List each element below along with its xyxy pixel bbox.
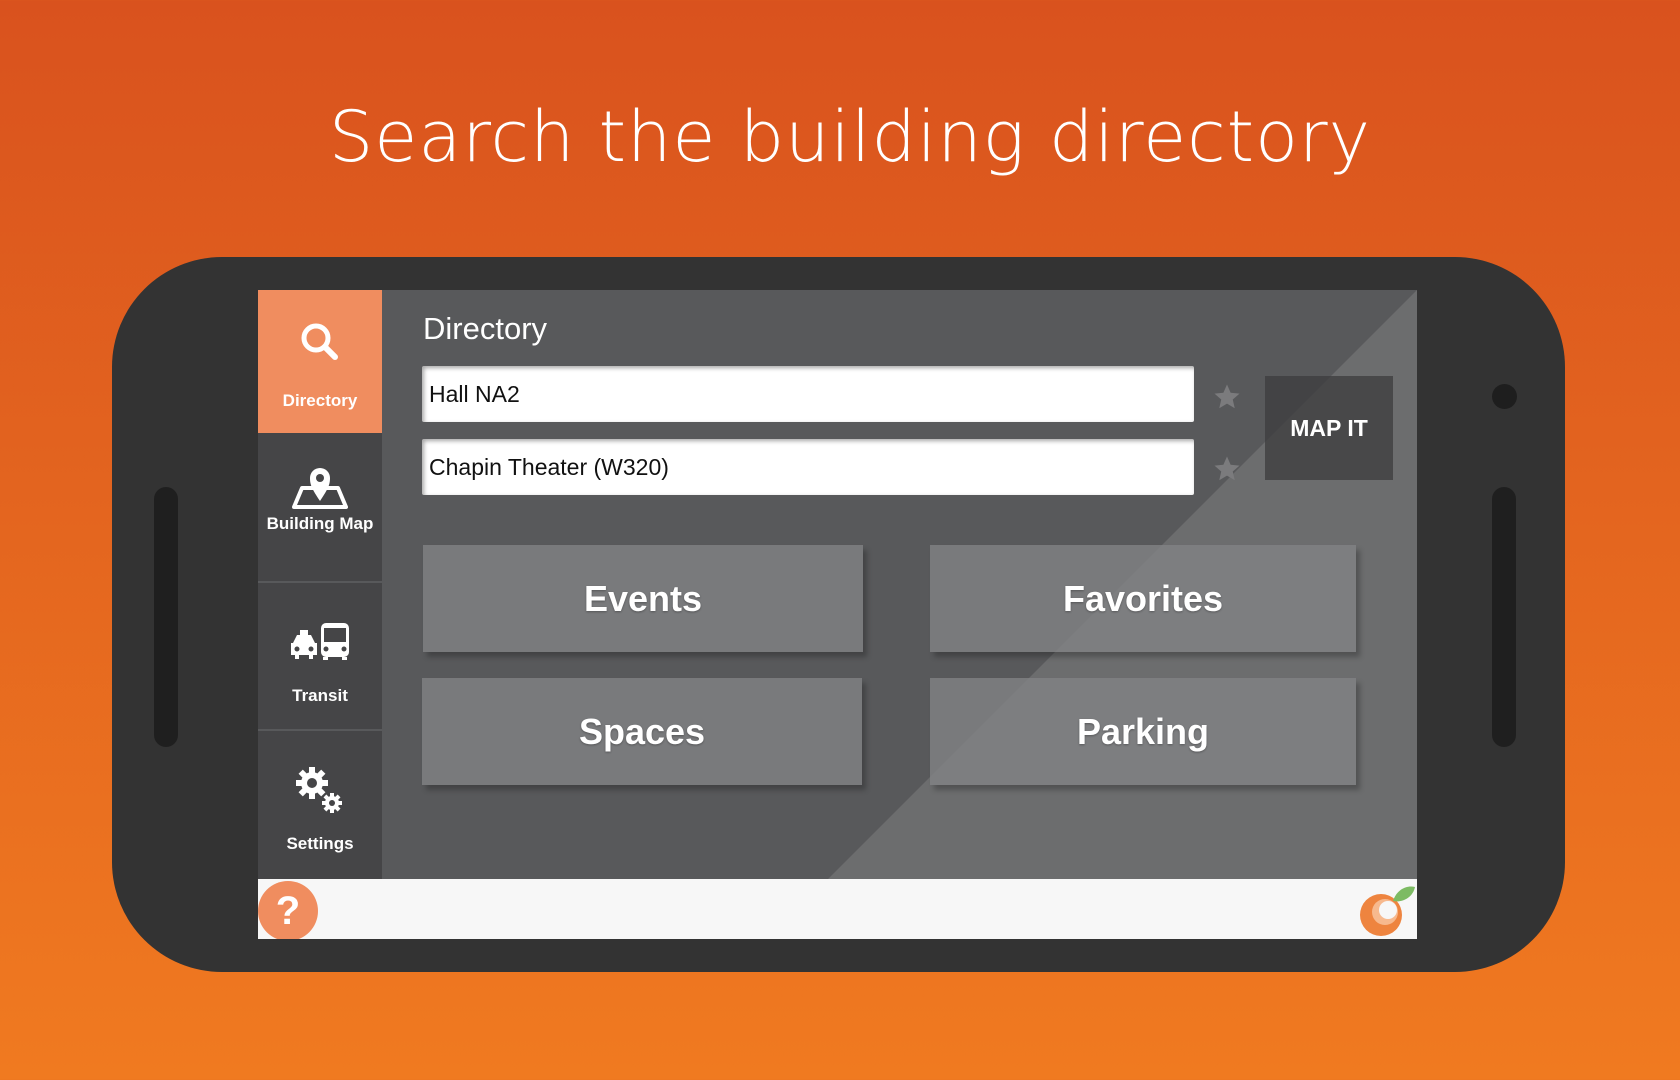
- map-it-button[interactable]: MAP IT: [1265, 376, 1393, 480]
- sidebar-item-building-map[interactable]: Building Map: [258, 433, 382, 583]
- directory-panel: Directory MAP IT Events Favorites Spaces…: [382, 290, 1417, 879]
- taxi-bus-icon: [258, 621, 382, 661]
- page-title: Directory: [423, 311, 548, 346]
- phone-speaker-left: [154, 487, 178, 747]
- favorites-button[interactable]: Favorites: [930, 545, 1356, 652]
- phone-speaker-right: [1492, 487, 1516, 747]
- sidebar-item-label: Settings: [286, 834, 354, 853]
- sidebar-item-label: Transit: [292, 686, 348, 705]
- gears-icon: [258, 765, 382, 817]
- orange-leaf-logo-icon[interactable]: [1357, 883, 1417, 939]
- search-icon: [258, 320, 382, 364]
- parking-button[interactable]: Parking: [930, 678, 1356, 785]
- to-location-input[interactable]: [422, 439, 1194, 495]
- help-button[interactable]: ?: [258, 881, 318, 939]
- sidebar-item-label: Building Map: [266, 514, 374, 533]
- sidebar-item-directory[interactable]: Directory: [258, 290, 382, 433]
- sidebar: Directory Building Map Transit Settings: [258, 290, 382, 879]
- sidebar-item-transit[interactable]: Transit: [258, 583, 382, 731]
- favorite-star-icon[interactable]: [1212, 454, 1242, 484]
- bottom-bar: ?: [258, 879, 1417, 939]
- sidebar-item-label: Directory: [282, 391, 358, 410]
- phone-camera: [1492, 384, 1517, 409]
- sidebar-item-settings[interactable]: Settings: [258, 731, 382, 879]
- events-button[interactable]: Events: [423, 545, 863, 652]
- from-location-input[interactable]: [422, 366, 1194, 422]
- headline: Search the building directory: [328, 96, 1372, 178]
- app-screen: Directory Building Map Transit Settings …: [258, 290, 1417, 939]
- map-pin-icon: [258, 463, 382, 509]
- spaces-button[interactable]: Spaces: [422, 678, 862, 785]
- favorite-star-icon[interactable]: [1212, 382, 1242, 412]
